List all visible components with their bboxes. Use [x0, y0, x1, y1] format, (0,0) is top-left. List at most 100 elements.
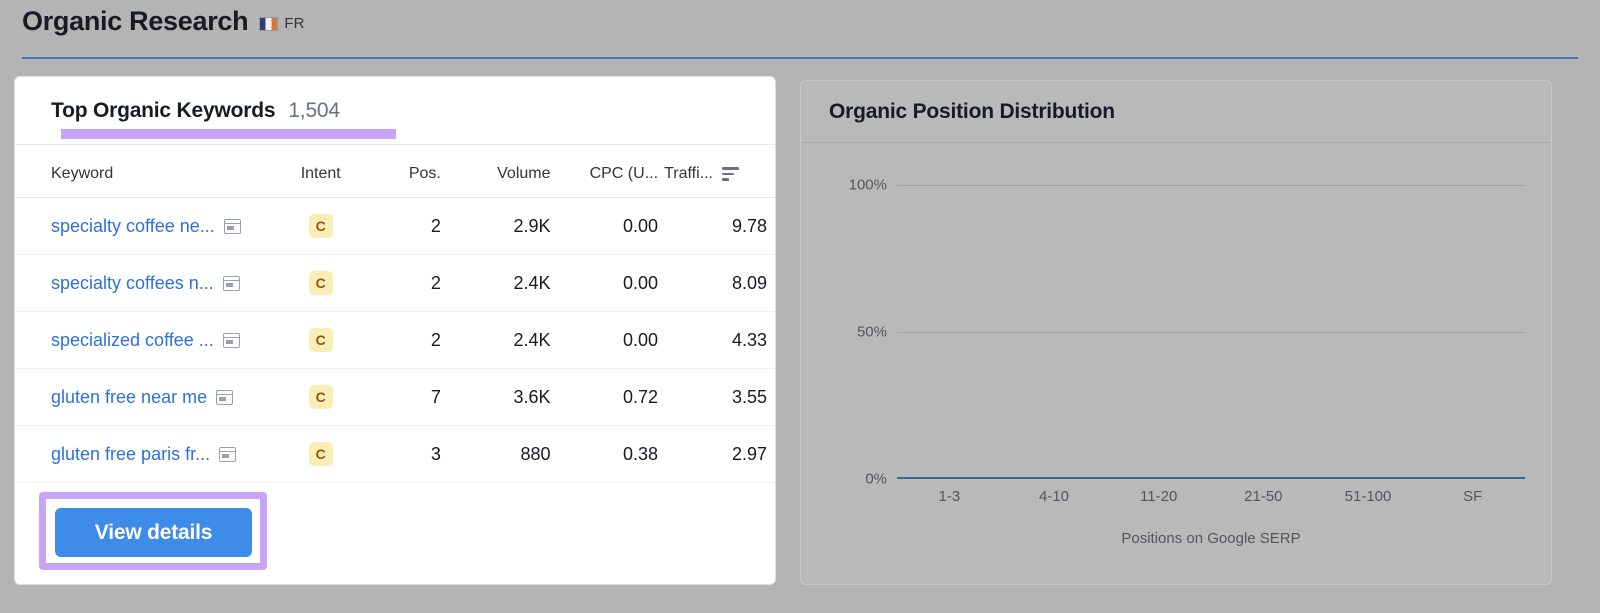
x-tick-label: 4-10	[1038, 488, 1070, 505]
bar-4-10[interactable]	[1001, 477, 1107, 479]
y-axis: 100% 50% 0%	[811, 177, 887, 488]
serp-features-icon[interactable]	[216, 389, 234, 405]
flag-fr-icon	[259, 16, 279, 31]
cell-traffic: 8.09	[658, 254, 775, 312]
bar-51-100[interactable]	[1315, 477, 1421, 479]
cell-keyword: gluten free near me	[15, 368, 283, 426]
chart-body: 100% 50% 0% 1-3 4-10 11-20 21-50 51-100 …	[801, 143, 1551, 584]
cell-cpc: 0.38	[550, 425, 659, 483]
column-header-volume[interactable]: Volume	[440, 145, 551, 198]
intent-badge[interactable]: C	[308, 271, 333, 295]
keyword-cell-wrap: gluten free near me	[51, 387, 234, 408]
y-tick-label: 50%	[856, 323, 887, 341]
database-selector[interactable]: FR	[259, 11, 305, 32]
keyword-cell-wrap: specialized coffee ...	[51, 330, 240, 351]
keywords-table-body: specialty coffee ne... C 2 2.9K 0.00 9.7…	[15, 197, 775, 483]
table-row[interactable]: gluten free paris fr... C 3 880 0.38 2.9…	[15, 425, 775, 483]
column-header-pos[interactable]: Pos.	[358, 145, 441, 198]
keyword-cell-wrap: specialty coffees n...	[51, 273, 240, 294]
cell-volume: 3.6K	[440, 368, 551, 426]
cell-cpc: 0.00	[550, 311, 659, 369]
column-header-keyword[interactable]: Keyword	[15, 145, 283, 198]
column-header-traffic[interactable]: Traffi...	[658, 145, 775, 198]
keyword-link[interactable]: gluten free paris fr...	[51, 444, 210, 465]
column-header-traffic-label: Traffi...	[664, 165, 713, 182]
chart-bars	[897, 185, 1526, 479]
serp-features-icon[interactable]	[223, 218, 241, 234]
x-tick-label: 21-50	[1244, 488, 1283, 505]
bar-slot	[1106, 477, 1212, 479]
column-header-intent[interactable]: Intent	[282, 145, 359, 198]
cell-volume: 2.4K	[440, 311, 551, 369]
cell-position: 3	[358, 425, 441, 483]
chart-plot-area	[897, 185, 1526, 479]
intent-badge[interactable]: C	[308, 328, 333, 352]
table-row[interactable]: specialized coffee ... C 2 2.4K 0.00 4.3…	[15, 311, 775, 369]
cell-position: 2	[358, 197, 441, 255]
page-header: Organic Research FR	[0, 0, 1600, 62]
keyword-cell-wrap: gluten free paris fr...	[51, 444, 237, 465]
bar-slot	[1001, 477, 1107, 479]
keyword-link[interactable]: gluten free near me	[51, 387, 207, 408]
sort-descending-icon[interactable]	[722, 167, 739, 181]
bar-slot	[1211, 477, 1316, 479]
cell-position: 2	[358, 254, 441, 312]
cell-volume: 2.9K	[440, 197, 551, 255]
bar-slot	[1420, 477, 1526, 479]
table-row[interactable]: gluten free near me C 7 3.6K 0.72 3.55	[15, 368, 775, 426]
bar-21-50[interactable]	[1211, 477, 1316, 479]
table-row[interactable]: specialty coffees n... C 2 2.4K 0.00 8.0…	[15, 254, 775, 312]
cell-cpc: 0.72	[550, 368, 659, 426]
keyword-link[interactable]: specialty coffee ne...	[51, 216, 215, 237]
bar-slot	[1315, 477, 1421, 479]
view-details-button[interactable]: View details	[55, 508, 252, 557]
keywords-table-head: Keyword Intent Pos. Volume CPC (U... Tra…	[15, 145, 775, 198]
bar-slot	[897, 477, 1002, 479]
cell-keyword: specialty coffees n...	[15, 254, 283, 312]
cell-traffic: 9.78	[658, 197, 775, 255]
cell-keyword: gluten free paris fr...	[15, 425, 283, 483]
cell-keyword: specialized coffee ...	[15, 311, 283, 369]
bar-11-20[interactable]	[1106, 477, 1212, 479]
serp-features-icon[interactable]	[222, 332, 240, 348]
cell-traffic: 2.97	[658, 425, 775, 483]
cell-volume: 880	[440, 425, 551, 483]
organic-position-distribution-card: Organic Position Distribution 100% 50% 0…	[800, 80, 1552, 585]
x-tick-label: 1-3	[938, 488, 961, 505]
cell-traffic: 4.33	[658, 311, 775, 369]
cell-intent: C	[282, 425, 359, 483]
cell-intent: C	[282, 368, 359, 426]
keywords-card-header: Top Organic Keywords 1,504	[15, 77, 775, 145]
intent-badge[interactable]: C	[308, 214, 333, 238]
cell-intent: C	[282, 311, 359, 369]
cell-traffic: 3.55	[658, 368, 775, 426]
cell-position: 2	[358, 311, 441, 369]
keywords-card-title: Top Organic Keywords	[51, 99, 276, 122]
keyword-link[interactable]: specialty coffees n...	[51, 273, 214, 294]
bar-sf[interactable]	[1420, 477, 1526, 479]
cell-keyword: specialty coffee ne...	[15, 197, 283, 255]
intent-badge[interactable]: C	[308, 385, 333, 409]
keyword-link[interactable]: specialized coffee ...	[51, 330, 214, 351]
cell-cpc: 0.00	[550, 197, 659, 255]
y-tick-label: 0%	[865, 470, 887, 488]
cell-intent: C	[282, 254, 359, 312]
database-code: FR	[284, 15, 305, 32]
page-title: Organic Research	[22, 6, 249, 36]
serp-features-icon[interactable]	[219, 446, 237, 462]
keywords-total-count: 1,504	[288, 99, 340, 122]
cell-volume: 2.4K	[440, 254, 551, 312]
x-tick-label: SF	[1463, 488, 1483, 505]
x-axis-label: Positions on Google SERP	[1121, 530, 1301, 547]
serp-features-icon[interactable]	[222, 275, 240, 291]
header-divider	[22, 57, 1578, 59]
keywords-title-line: Top Organic Keywords 1,504	[51, 99, 775, 123]
x-axis: 1-3 4-10 11-20 21-50 51-100 SF	[897, 488, 1525, 505]
table-row[interactable]: specialty coffee ne... C 2 2.9K 0.00 9.7…	[15, 197, 775, 255]
column-header-cpc[interactable]: CPC (U...	[550, 145, 659, 198]
intent-badge[interactable]: C	[308, 442, 333, 466]
title-highlight-annotation	[61, 129, 396, 139]
bar-1-3[interactable]	[897, 477, 1002, 479]
cell-intent: C	[282, 197, 359, 255]
table-header-row: Keyword Intent Pos. Volume CPC (U... Tra…	[15, 145, 775, 198]
